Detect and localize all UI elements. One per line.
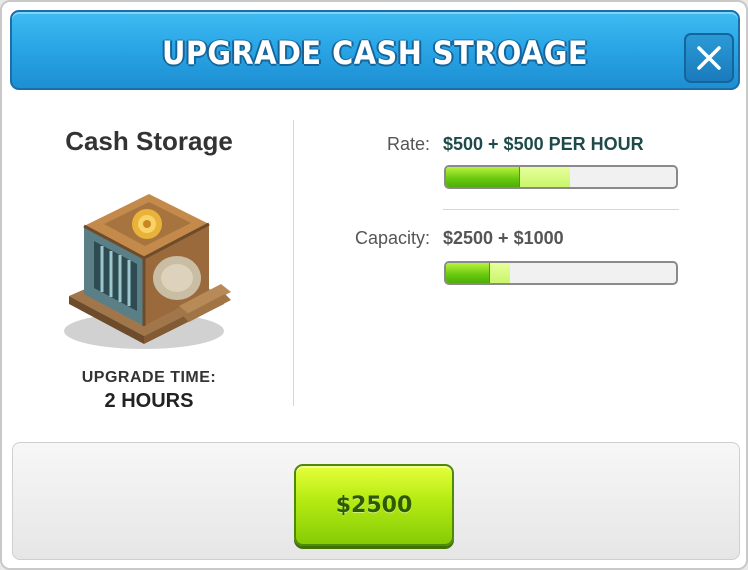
panel-divider	[293, 120, 294, 406]
buy-price-label: $2500	[335, 492, 413, 518]
capacity-label: Capacity:	[354, 228, 430, 248]
capacity-value: $2500 + $1000	[443, 228, 564, 248]
upgrade-time-label: UPGRADE TIME:	[81, 369, 217, 386]
capacity-progress-bar	[444, 261, 678, 285]
stats-divider	[443, 209, 679, 210]
upgrade-dialog: Upgrade Cash Stroage Cash Storage	[0, 0, 748, 570]
rate-label: Rate:	[386, 134, 430, 154]
rate-current-fill	[446, 167, 520, 187]
capacity-current-fill	[446, 263, 490, 283]
building-name: Cash Storage	[65, 126, 233, 156]
cash-storage-building-icon	[64, 194, 231, 349]
dialog-title: Upgrade Cash Stroage	[161, 34, 589, 72]
dialog-footer: $2500	[12, 442, 740, 560]
dialog-header: Upgrade Cash Stroage	[10, 10, 740, 90]
rate-progress-bar	[444, 165, 678, 189]
building-panel: Cash Storage UPGRADE TIME: 2 HOURS	[16, 120, 282, 420]
upgrade-buy-button[interactable]: $2500	[294, 464, 454, 546]
upgrade-time-value: 2 HOURS	[104, 390, 194, 412]
close-button[interactable]	[684, 33, 734, 83]
rate-value: $500 + $500 PER HOUR	[443, 134, 644, 154]
close-icon	[697, 46, 721, 70]
